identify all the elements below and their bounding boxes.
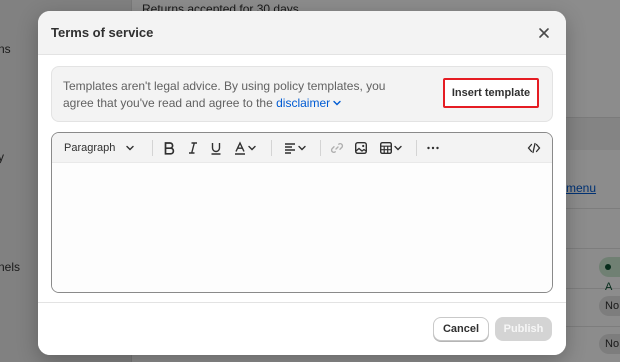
chevron-down-icon: [298, 145, 306, 151]
align-dropdown[interactable]: [280, 138, 310, 158]
chevron-down-icon: [248, 145, 256, 151]
editor-content-area[interactable]: [52, 163, 552, 292]
paragraph-label: Paragraph: [64, 142, 116, 154]
editor-toolbar: Paragraph: [52, 133, 552, 163]
table-dropdown[interactable]: [376, 138, 406, 158]
code-view-button[interactable]: [525, 138, 543, 158]
chevron-down-icon: [394, 145, 402, 151]
terms-of-service-modal: Terms of service Templates aren't legal …: [38, 11, 566, 355]
italic-icon: [189, 142, 197, 154]
code-icon: [527, 142, 541, 154]
text-color-icon: [235, 141, 245, 155]
disclaimer-link[interactable]: disclaimer: [276, 96, 342, 110]
underline-button[interactable]: [207, 138, 225, 158]
image-icon: [355, 142, 368, 155]
toolbar-divider: [152, 140, 153, 156]
cancel-button[interactable]: Cancel: [433, 317, 489, 341]
toolbar-divider: [271, 140, 272, 156]
underline-icon: [211, 143, 221, 155]
close-icon: [539, 28, 549, 38]
paragraph-format-dropdown[interactable]: Paragraph: [64, 138, 135, 158]
bold-button[interactable]: [160, 138, 178, 158]
toolbar-divider: [416, 140, 417, 156]
modal-body: Templates aren't legal advice. By using …: [38, 56, 566, 302]
align-icon: [285, 143, 295, 154]
image-button[interactable]: [352, 138, 370, 158]
italic-button[interactable]: [184, 138, 202, 158]
more-options-button[interactable]: [424, 138, 442, 158]
link-button[interactable]: [328, 138, 346, 158]
notice-text: Templates aren't legal advice. By using …: [63, 79, 386, 110]
more-icon: [427, 146, 439, 150]
modal-title: Terms of service: [51, 25, 154, 40]
chevron-down-icon: [126, 145, 135, 151]
link-icon: [330, 143, 344, 153]
close-button[interactable]: [534, 23, 554, 43]
modal-footer: Cancel Publish: [38, 302, 566, 355]
publish-button[interactable]: Publish: [495, 317, 552, 341]
rich-text-editor: Paragraph: [51, 132, 553, 293]
chevron-down-icon: [333, 100, 341, 106]
insert-template-button[interactable]: Insert template: [443, 78, 539, 108]
modal-header: Terms of service: [38, 11, 566, 55]
bold-icon: [164, 142, 175, 155]
text-color-dropdown[interactable]: [230, 138, 260, 158]
toolbar-divider: [320, 140, 321, 156]
legal-notice-banner: Templates aren't legal advice. By using …: [51, 66, 553, 122]
table-icon: [380, 142, 393, 155]
